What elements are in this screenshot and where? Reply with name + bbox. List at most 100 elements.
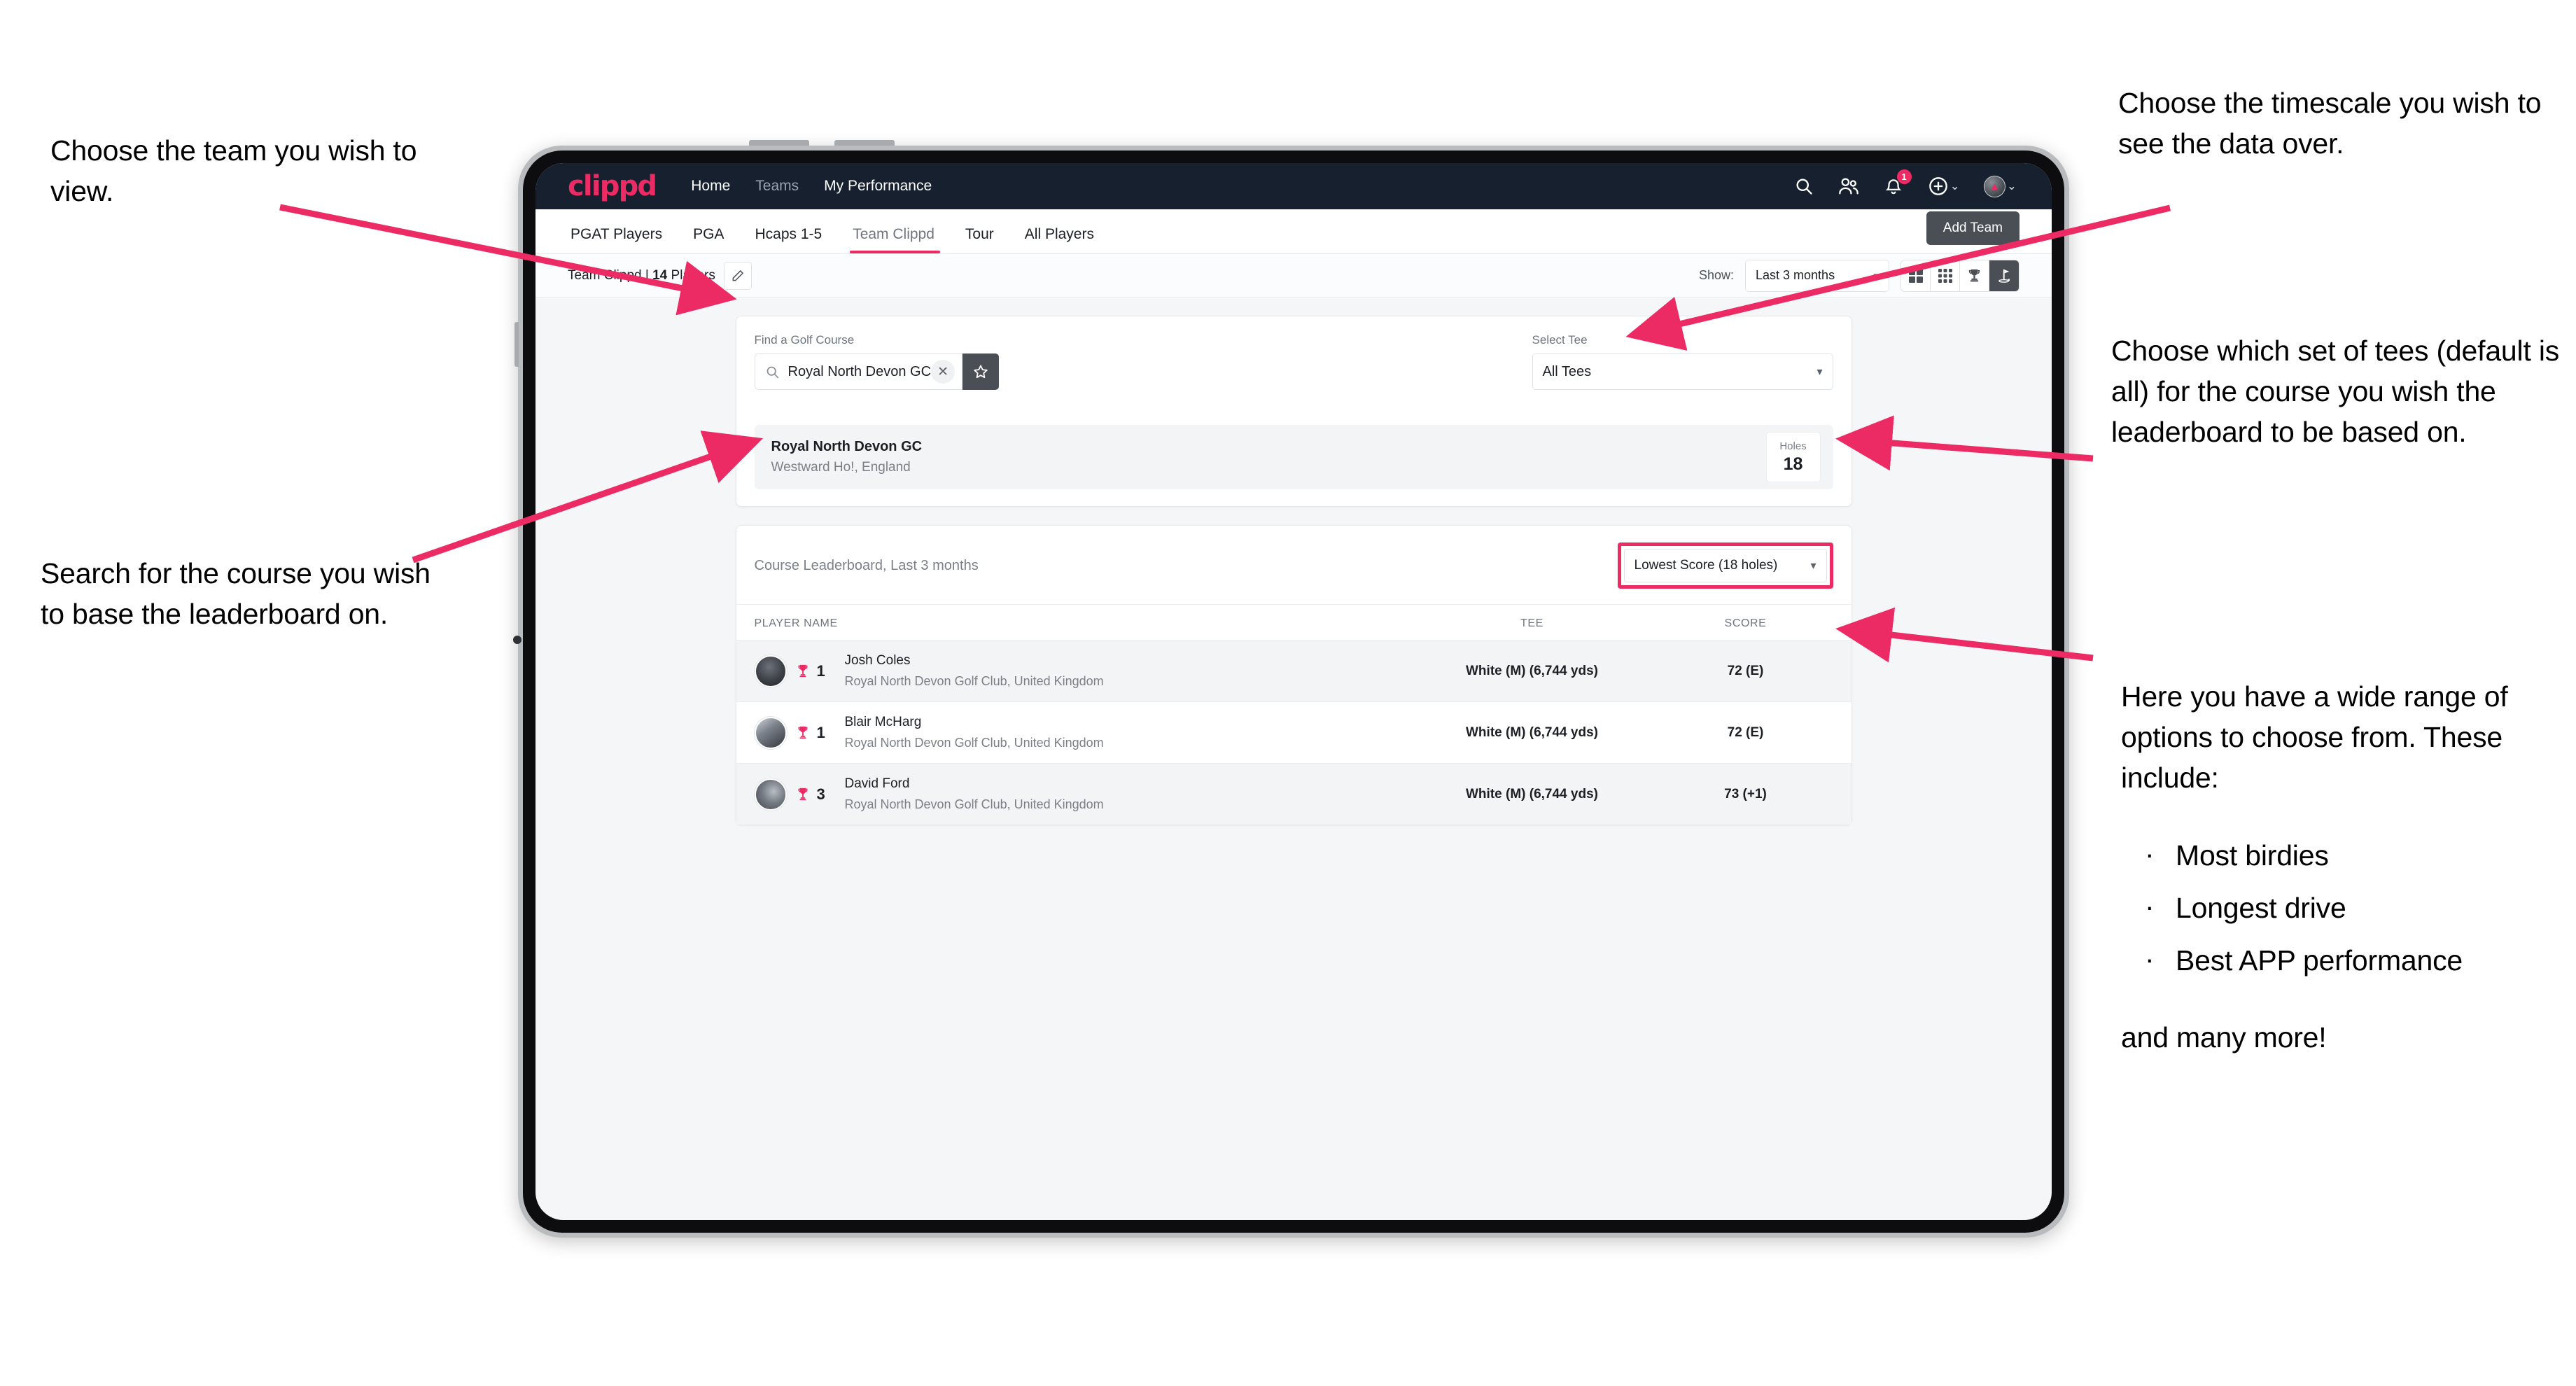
- subbar-controls: Show: Last 3 months ▾: [1698, 259, 2019, 292]
- bullet-icon: ·: [2145, 943, 2155, 976]
- annotation-choose-team: Choose the team you wish to view.: [50, 134, 417, 208]
- avatar: [754, 778, 787, 811]
- people-icon[interactable]: [1838, 176, 1859, 197]
- player-club: Royal North Devon Golf Club, United King…: [844, 797, 1104, 811]
- nav-link-my-performance[interactable]: My Performance: [824, 178, 932, 195]
- table-row[interactable]: 1 Blair McHarg Royal North Devon Golf Cl…: [736, 701, 1851, 763]
- list-item-label: Most birdies: [2176, 839, 2329, 872]
- table-row[interactable]: 3 David Ford Royal North Devon Golf Club…: [736, 763, 1851, 825]
- view-toggle-group: [1900, 259, 2019, 292]
- leaderboard-title-main: Course Leaderboard,: [754, 557, 887, 573]
- player-score: 73 (+1): [1724, 786, 1767, 802]
- tab-all-players[interactable]: All Players: [1009, 226, 1110, 253]
- navbar-links: Home Teams My Performance: [691, 178, 932, 195]
- player-club: Royal North Devon Golf Club, United King…: [844, 736, 1104, 750]
- tee-field-label: Select Tee: [1532, 333, 1588, 346]
- plus-circle-icon[interactable]: [1928, 176, 1949, 197]
- top-navbar: clippd Home Teams My Performance 1 ⌄ ▲ ⌄: [536, 163, 2052, 209]
- player-tee: White (M) (6,744 yds): [1466, 724, 1598, 740]
- player-club: Royal North Devon Golf Club, United King…: [844, 674, 1104, 688]
- chevron-down-icon[interactable]: ⌄: [2007, 179, 2017, 193]
- leaderboard-title-sub: Last 3 months: [886, 557, 979, 573]
- tee-field: Select Tee All Tees ▾: [1532, 333, 1833, 390]
- player-score: 72 (E): [1727, 724, 1764, 740]
- holes-value: 18: [1783, 454, 1803, 474]
- player-rank: 1: [816, 662, 825, 680]
- team-player-count: 14: [652, 267, 668, 283]
- search-icon: [765, 365, 780, 379]
- course-field: Find a Golf Course Royal North Devon GC …: [754, 333, 1514, 390]
- player-info: Blair McHarg Royal North Devon Golf Club…: [845, 715, 1104, 750]
- player-rank: 3: [816, 785, 825, 803]
- leaderboard-header: Course Leaderboard, Last 3 months Lowest…: [736, 526, 1851, 605]
- tablet-screen: clippd Home Teams My Performance 1 ⌄ ▲ ⌄…: [536, 163, 2052, 1220]
- column-header-tee: TEE: [1520, 617, 1544, 629]
- player-tee: White (M) (6,744 yds): [1466, 786, 1598, 802]
- leaderboard-title: Course Leaderboard, Last 3 months: [755, 558, 979, 574]
- trophy-icon: [796, 664, 810, 679]
- player-name: Josh Coles: [844, 653, 911, 668]
- annotation-course-search: Search for the course you wish to base t…: [41, 557, 430, 631]
- golf-flag-icon[interactable]: [1989, 260, 2019, 291]
- show-label: Show:: [1698, 268, 1734, 282]
- course-field-label: Find a Golf Course: [754, 333, 855, 346]
- metric-select-highlight: Lowest Score (18 holes) ▾: [1617, 542, 1833, 589]
- profile-menu[interactable]: ▲ ⌄: [1983, 175, 2017, 197]
- tab-pgat-players[interactable]: PGAT Players: [568, 226, 678, 253]
- tab-pga[interactable]: PGA: [678, 226, 739, 253]
- tee-select[interactable]: All Tees ▾: [1532, 354, 1833, 390]
- main-content: Find a Golf Course Royal North Devon GC …: [536, 298, 2052, 825]
- player-info: David Ford Royal North Devon Golf Club, …: [845, 776, 1104, 812]
- add-menu[interactable]: ⌄: [1928, 176, 1960, 197]
- tee-select-value: All Tees: [1542, 363, 1592, 379]
- course-search-fields: Find a Golf Course Royal North Devon GC …: [736, 316, 1851, 410]
- bullet-icon: ·: [2145, 837, 2155, 870]
- player-cell: 3 David Ford Royal North Devon Golf Club…: [754, 776, 1406, 812]
- tab-list: PGAT Players PGA Hcaps 1-5 Team Clippd T…: [568, 226, 1110, 253]
- course-result-row[interactable]: Royal North Devon GC Westward Ho!, Engla…: [754, 425, 1833, 489]
- grid-2x2-icon[interactable]: [1901, 260, 1931, 291]
- close-icon[interactable]: ✕: [931, 360, 955, 384]
- search-icon[interactable]: [1793, 176, 1814, 197]
- player-cell: 1 Josh Coles Royal North Devon Golf Club…: [754, 653, 1406, 689]
- course-search-input[interactable]: Royal North Devon GC ✕: [754, 354, 963, 390]
- metric-select[interactable]: Lowest Score (18 holes) ▾: [1623, 549, 1827, 582]
- tab-team-clippd[interactable]: Team Clippd: [837, 226, 950, 253]
- list-item: · Longest drive: [2121, 888, 2576, 928]
- trophy-icon: [796, 787, 810, 802]
- course-search-value: Royal North Devon GC: [788, 363, 932, 379]
- bell-icon[interactable]: 1: [1883, 169, 1912, 197]
- tab-hcaps-1-5[interactable]: Hcaps 1-5: [739, 226, 837, 253]
- list-item-label: Best APP performance: [2176, 944, 2463, 977]
- annotation-options-intro: Here you have a wide range of options to…: [2121, 680, 2508, 794]
- nav-link-teams[interactable]: Teams: [755, 178, 799, 195]
- list-item: · Most birdies: [2121, 835, 2576, 876]
- favourite-course-button[interactable]: [962, 354, 1000, 390]
- bullet-icon: ·: [2145, 890, 2155, 923]
- timescale-value: Last 3 months: [1756, 268, 1835, 282]
- screenshot-root: Choose the team you wish to view. Search…: [0, 0, 2576, 1386]
- chevron-down-icon[interactable]: ⌄: [1950, 179, 1960, 193]
- team-name-label: Team Clippd |: [568, 267, 653, 283]
- trophy-icon[interactable]: [1960, 260, 1989, 291]
- chevron-down-icon: ▾: [1873, 270, 1879, 282]
- team-summary: Team Clippd | 14 Players: [568, 268, 715, 284]
- annotation-timescale: Choose the timescale you wish to see the…: [2118, 87, 2542, 160]
- add-team-button[interactable]: Add Team: [1926, 211, 2019, 245]
- tab-tour[interactable]: Tour: [950, 226, 1009, 253]
- tablet-bezel: clippd Home Teams My Performance 1 ⌄ ▲ ⌄…: [523, 150, 2064, 1233]
- nav-link-home[interactable]: Home: [691, 178, 730, 195]
- timescale-select[interactable]: Last 3 months ▾: [1745, 259, 1889, 292]
- table-row[interactable]: 1 Josh Coles Royal North Devon Golf Club…: [736, 640, 1851, 701]
- edit-team-button[interactable]: [723, 261, 752, 290]
- grid-3x3-icon[interactable]: [1931, 260, 1960, 291]
- team-tabbar: PGAT Players PGA Hcaps 1-5 Team Clippd T…: [536, 209, 2052, 254]
- column-header-player-name: PLAYER NAME: [754, 617, 838, 629]
- holes-label: Holes: [1779, 440, 1807, 452]
- player-rank: 1: [816, 723, 825, 741]
- camera-dot: [513, 636, 522, 644]
- clippd-logo[interactable]: clippd: [568, 170, 657, 202]
- tablet-device: clippd Home Teams My Performance 1 ⌄ ▲ ⌄…: [513, 140, 2069, 1238]
- player-name: Blair McHarg: [844, 715, 922, 729]
- avatar[interactable]: ▲: [1983, 175, 2005, 197]
